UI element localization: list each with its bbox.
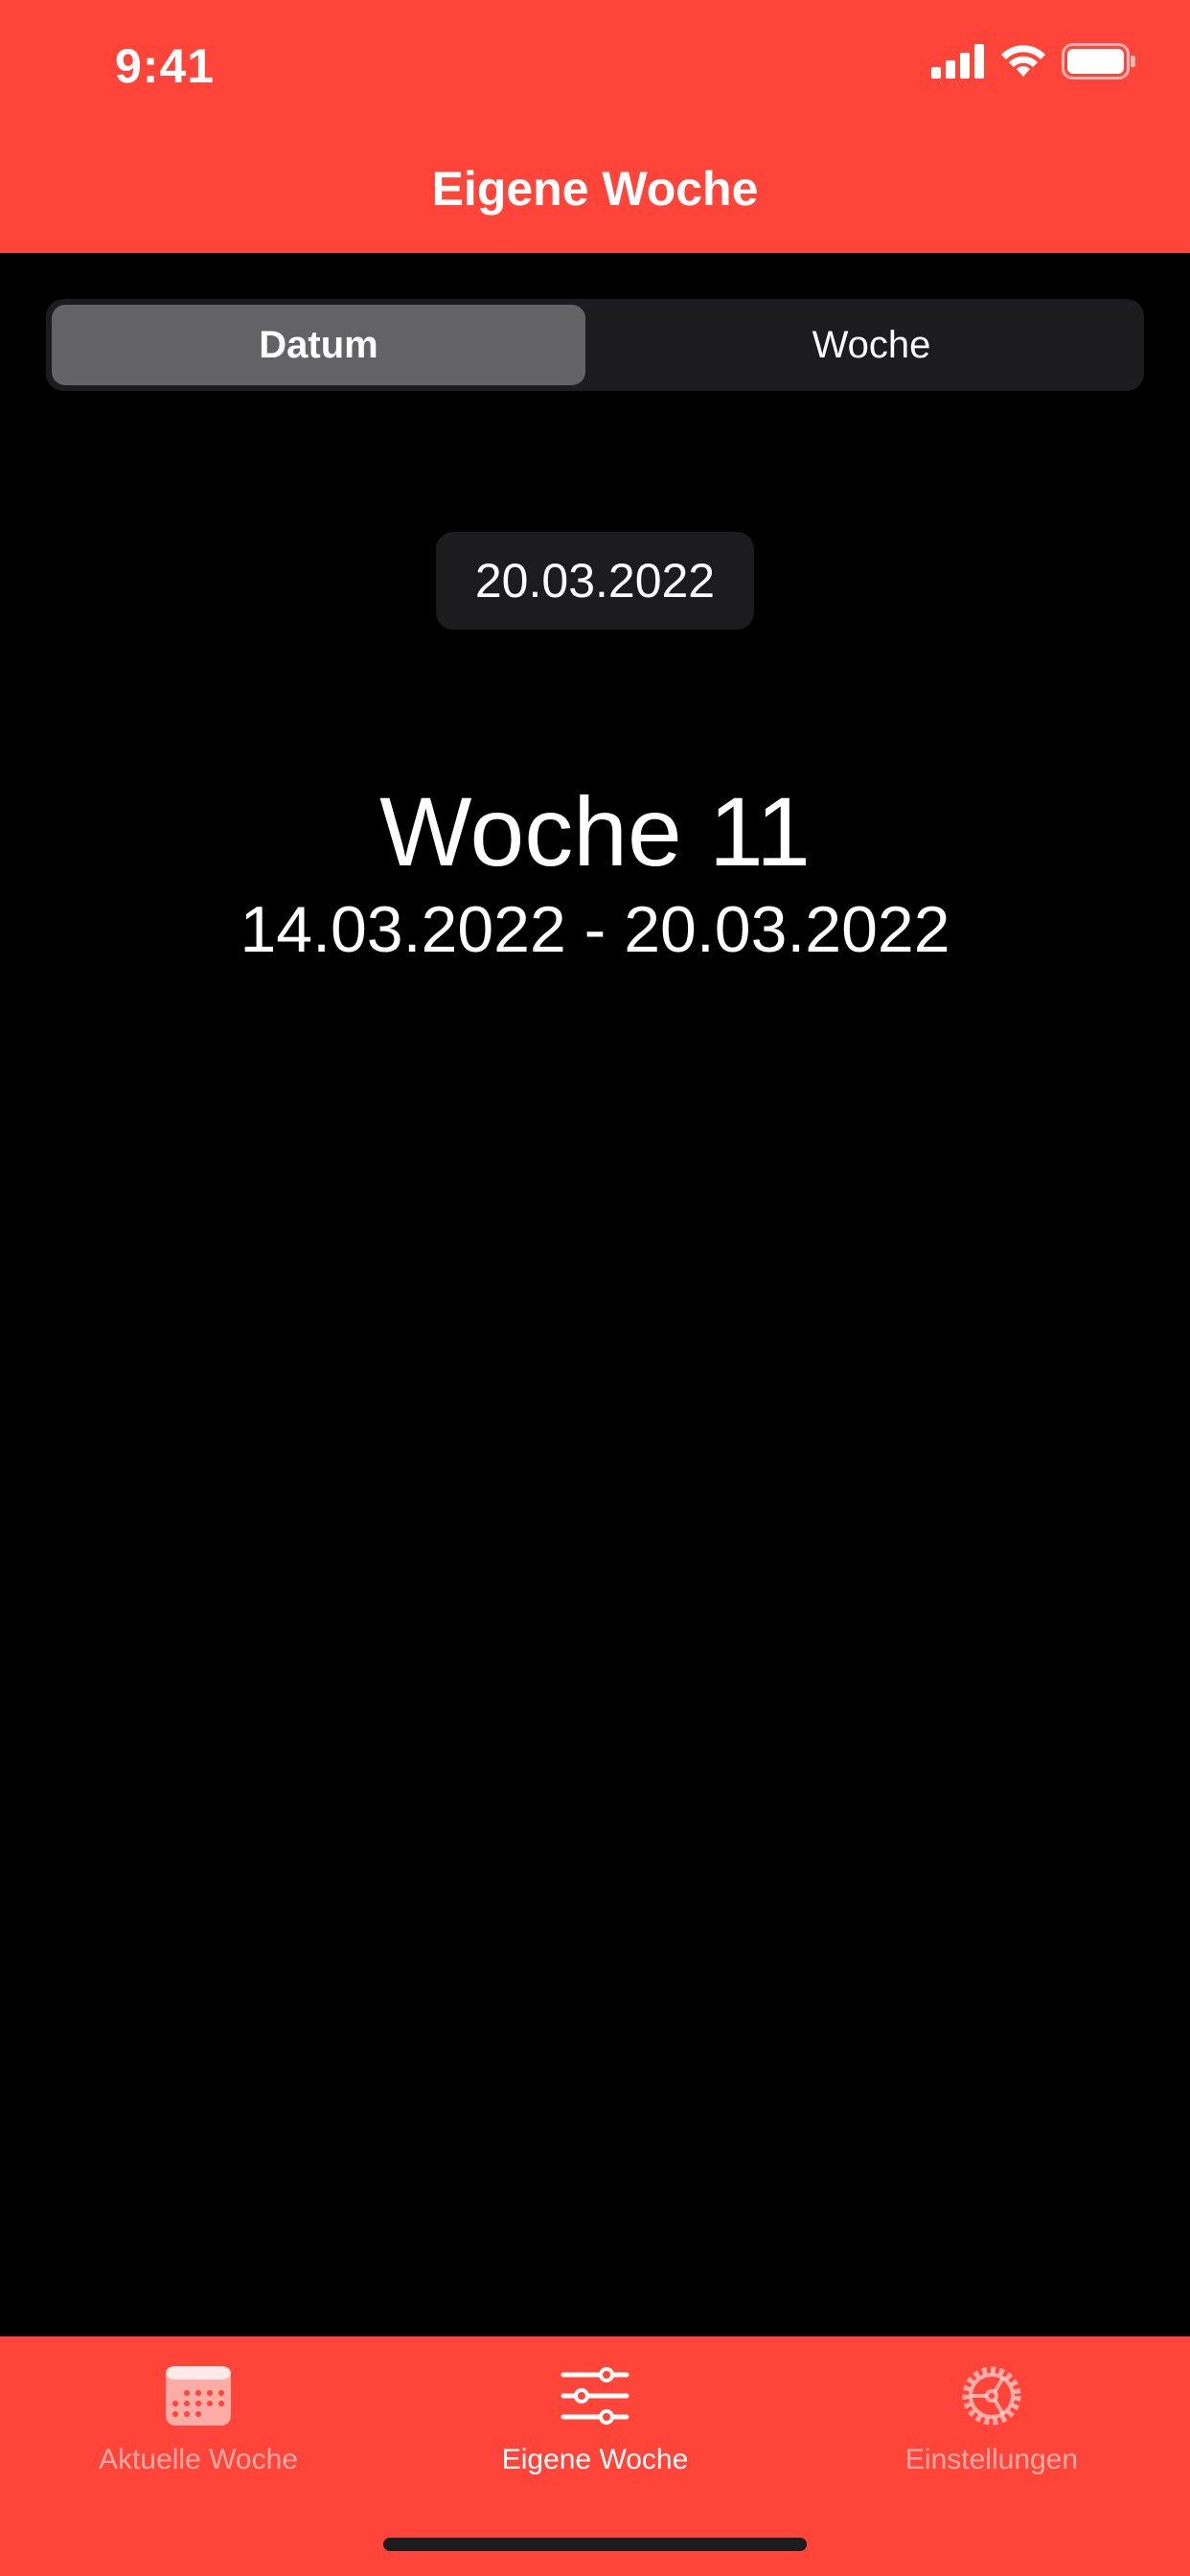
header: 9:41 Eigene Woche — [0, 0, 1190, 253]
tab-eigene-woche[interactable]: Eigene Woche — [397, 2358, 793, 2476]
gear-icon — [953, 2358, 1030, 2434]
tab-label-aktuelle-woche: Aktuelle Woche — [99, 2444, 298, 2475]
segment-datum[interactable]: Datum — [52, 305, 585, 385]
page-title: Eigene Woche — [431, 162, 759, 216]
cellular-signal-icon — [931, 43, 985, 83]
tab-aktuelle-woche[interactable]: Aktuelle Woche — [0, 2358, 397, 2476]
tab-label-eigene-woche: Eigene Woche — [501, 2444, 689, 2475]
date-picker-button[interactable]: 20.03.2022 — [436, 532, 754, 630]
screen: 9:41 Eigene Woche Datum Woche 20.03.2022… — [0, 0, 1190, 2576]
tab-einstellungen[interactable]: Einstellungen — [793, 2358, 1190, 2476]
segment-woche[interactable]: Woche — [605, 305, 1138, 385]
tab-label-einstellungen: Einstellungen — [904, 2444, 1079, 2475]
battery-icon — [1062, 42, 1136, 84]
week-date-range: 14.03.2022 - 20.03.2022 — [240, 893, 950, 966]
home-indicator[interactable] — [383, 2538, 807, 2551]
status-time: 9:41 — [115, 39, 216, 93]
sliders-icon — [557, 2358, 633, 2434]
calendar-icon — [160, 2358, 237, 2434]
status-icons — [931, 42, 1136, 84]
wifi-icon — [1000, 44, 1046, 83]
mode-segmented-control: Datum Woche — [46, 299, 1144, 391]
week-number-title: Woche 11 — [379, 777, 811, 886]
